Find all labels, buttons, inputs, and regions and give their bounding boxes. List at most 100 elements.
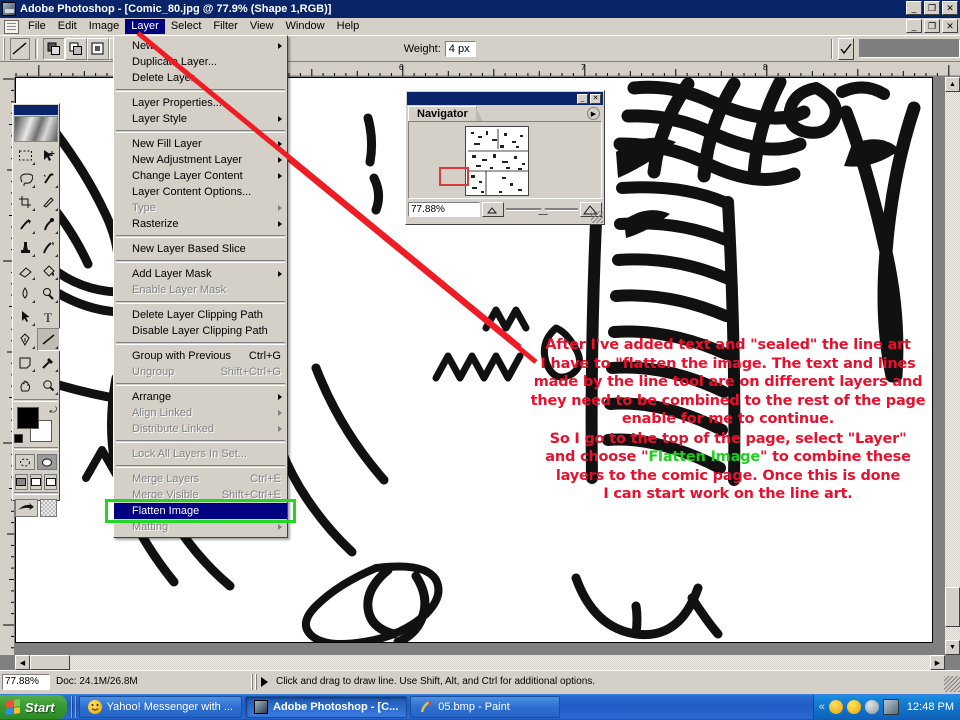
slice-tool[interactable]: [37, 190, 60, 213]
blur-tool[interactable]: [14, 282, 37, 305]
menu-item-arrange[interactable]: Arrange: [114, 389, 287, 405]
navigator-title-bar[interactable]: _ ✕: [407, 92, 603, 105]
taskbar-button-photoshop[interactable]: Adobe Photoshop - [C...: [245, 696, 408, 718]
eyedropper-tool[interactable]: [37, 351, 60, 374]
menu-item-disable-layer-clipping-path[interactable]: Disable Layer Clipping Path: [114, 323, 287, 339]
menu-item-rasterize[interactable]: Rasterize: [114, 216, 287, 232]
menu-item-layer-content-options[interactable]: Layer Content Options...: [114, 184, 287, 200]
paths-button[interactable]: [64, 37, 87, 60]
menu-window[interactable]: Window: [280, 19, 331, 34]
vertical-scroll-thumb[interactable]: [945, 587, 960, 627]
scroll-down-button[interactable]: ▼: [945, 640, 960, 655]
menu-select[interactable]: Select: [165, 19, 208, 34]
scroll-up-button[interactable]: ▲: [945, 77, 960, 92]
zoom-tool[interactable]: [37, 374, 60, 397]
menu-item-flatten-image[interactable]: Flatten Image: [114, 503, 287, 519]
pen-tool[interactable]: [14, 328, 37, 351]
taskbar-button-yahoo-messenger[interactable]: Yahoo! Messenger with ...: [78, 696, 242, 718]
menu-help[interactable]: Help: [331, 19, 366, 34]
navigator-zoom-slider[interactable]: [506, 202, 578, 217]
shape-color-swatch[interactable]: [859, 39, 960, 58]
quick-mask-mode-button[interactable]: [37, 454, 57, 470]
menu-item-delete-layer[interactable]: Delete Layer: [114, 70, 287, 86]
menu-item-change-layer-content[interactable]: Change Layer Content: [114, 168, 287, 184]
chevron-left-icon[interactable]: «: [819, 701, 825, 713]
standard-mask-mode-button[interactable]: [15, 454, 35, 470]
status-bar-grip[interactable]: [251, 673, 259, 690]
restore-button[interactable]: ❐: [924, 1, 940, 15]
menu-edit[interactable]: Edit: [52, 19, 83, 34]
menu-file[interactable]: File: [22, 19, 52, 34]
scroll-left-button[interactable]: ◀: [15, 655, 30, 670]
tab-navigator[interactable]: Navigator: [408, 106, 483, 122]
horizontal-scroll-thumb[interactable]: [30, 655, 70, 670]
marquee-tool[interactable]: [14, 144, 37, 167]
menu-item-delete-layer-clipping-path[interactable]: Delete Layer Clipping Path: [114, 307, 287, 323]
healing-brush-tool[interactable]: [14, 213, 37, 236]
menu-item-duplicate-layer[interactable]: Duplicate Layer...: [114, 54, 287, 70]
menu-item-new[interactable]: New: [114, 38, 287, 54]
menu-filter[interactable]: Filter: [207, 19, 243, 34]
path-selection-tool[interactable]: [14, 305, 37, 328]
menu-layer[interactable]: Layer: [125, 19, 165, 34]
window-resize-grip[interactable]: [944, 676, 960, 692]
navigator-resize-grip[interactable]: [591, 211, 603, 223]
clone-stamp-tool[interactable]: [14, 236, 37, 259]
options-bar-grip[interactable]: [3, 37, 7, 60]
navigator-slider-knob[interactable]: [537, 205, 548, 214]
paint-bucket-tool[interactable]: [37, 259, 60, 282]
document-minimize-button[interactable]: _: [906, 19, 922, 33]
dodge-tool[interactable]: [37, 282, 60, 305]
vertical-scrollbar[interactable]: ▲ ▼: [945, 77, 960, 655]
lasso-tool[interactable]: [14, 167, 37, 190]
menu-image[interactable]: Image: [83, 19, 126, 34]
shape-layers-button[interactable]: [42, 37, 65, 60]
navigator-minimize-button[interactable]: _: [577, 93, 588, 104]
hand-tool[interactable]: [14, 374, 37, 397]
media-icon[interactable]: [864, 700, 879, 714]
line-tool-preview-icon[interactable]: [9, 37, 30, 60]
full-screen-menubar-mode-button[interactable]: [29, 474, 43, 490]
magic-wand-tool[interactable]: [37, 167, 60, 190]
toolbox-title-bar[interactable]: [14, 105, 58, 115]
menu-item-group-with-previous[interactable]: Group with Previous Ctrl+G: [114, 348, 287, 364]
palette-menu-icon[interactable]: ▶: [587, 107, 600, 120]
foreground-color-swatch[interactable]: [17, 407, 39, 429]
default-colors-icon[interactable]: [14, 434, 23, 443]
imageready-preview-icon[interactable]: [39, 499, 57, 517]
document-restore-button[interactable]: ❐: [924, 19, 940, 33]
jump-to-imageready-icon[interactable]: [15, 499, 38, 517]
navigator-zoom-input[interactable]: 77.88%: [408, 202, 480, 217]
zoom-level-input[interactable]: 77.88%: [2, 673, 50, 690]
line-tool[interactable]: [37, 328, 60, 351]
document-close-button[interactable]: ✕: [942, 19, 958, 33]
eraser-tool[interactable]: [14, 259, 37, 282]
fill-pixels-button[interactable]: [86, 37, 109, 60]
crop-tool[interactable]: [14, 190, 37, 213]
menu-item-new-fill-layer[interactable]: New Fill Layer: [114, 136, 287, 152]
history-brush-tool[interactable]: [37, 236, 60, 259]
horizontal-scroll-trough[interactable]: [30, 655, 930, 670]
vertical-scroll-trough[interactable]: [945, 92, 960, 640]
menu-item-layer-style[interactable]: Layer Style: [114, 111, 287, 127]
status-menu-arrow-icon[interactable]: [261, 676, 268, 687]
brush-tool[interactable]: [37, 213, 60, 236]
navigator-thumbnail-area[interactable]: [408, 121, 602, 199]
navigator-thumbnail[interactable]: [465, 126, 529, 196]
yahoo-messenger-tray-icon[interactable]: [846, 700, 861, 714]
minimize-button[interactable]: _: [906, 1, 922, 15]
horizontal-scrollbar[interactable]: ◀ ▶: [15, 655, 945, 670]
scroll-right-button[interactable]: ▶: [930, 655, 945, 670]
weight-input[interactable]: 4 px: [444, 40, 476, 57]
menu-item-add-layer-mask[interactable]: Add Layer Mask: [114, 266, 287, 282]
document-control-icon[interactable]: [4, 19, 19, 34]
taskbar-button-paint[interactable]: 05.bmp - Paint: [410, 696, 561, 718]
close-button[interactable]: ✕: [942, 1, 958, 15]
move-tool[interactable]: [37, 144, 60, 167]
navigator-close-button[interactable]: ✕: [590, 93, 601, 104]
swap-colors-icon[interactable]: ⤾: [50, 405, 58, 416]
photoshop-tray-icon[interactable]: [882, 699, 899, 715]
small-mountains-icon[interactable]: [482, 202, 504, 217]
menu-item-new-layer-based-slice[interactable]: New Layer Based Slice: [114, 241, 287, 257]
menu-view[interactable]: View: [244, 19, 280, 34]
